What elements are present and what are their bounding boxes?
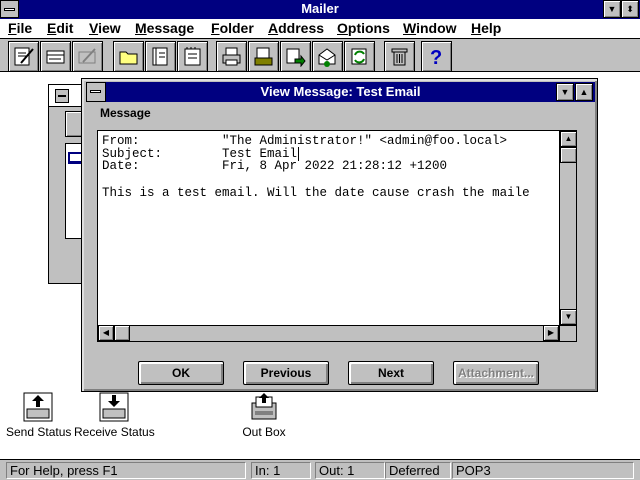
reply-icon [46,50,65,64]
menu-address[interactable]: Address [268,20,324,36]
address-book-button[interactable] [145,41,176,72]
view-message-minimize-button[interactable]: ▼ [556,83,574,101]
folder-button[interactable] [113,41,144,72]
save-button[interactable] [248,41,279,72]
from-value: "The Administrator!" <admin@foo.local> [222,134,508,148]
reply-button[interactable] [40,41,71,72]
folder-icon [119,51,138,65]
menu-message[interactable]: Message [135,20,194,36]
date-label: Date: [102,159,140,173]
send-status-icon [23,392,53,422]
print-icon [222,47,241,66]
forward-icon [286,48,306,67]
background-window-system-button[interactable] [55,89,69,103]
view-message-title: View Message: Test Email [260,84,421,99]
menu-edit[interactable]: Edit [47,20,73,36]
menu-folder[interactable]: Folder [211,20,254,36]
print-button[interactable] [216,41,247,72]
receive-status-icon [99,392,129,422]
scroll-right-button[interactable]: ▶ [543,325,559,341]
receive-status-icon-group[interactable]: Receive Status [74,391,155,441]
out-box-label: Out Box [242,425,286,439]
minimize-button[interactable]: ▼ [603,0,621,18]
scroll-corner [559,325,576,341]
app-title: Mailer [301,1,339,16]
view-message-window[interactable]: View Message: Test Email ▼ ▲ Message Fro… [81,78,598,392]
status-help-text: For Help, press F1 [6,462,246,479]
next-button[interactable]: Next [348,361,434,385]
disabled-reply-button[interactable] [72,41,103,72]
status-out-count: Out: 1 [315,462,385,479]
message-body: This is a test email. Will the date caus… [102,186,530,200]
status-in-count: In: 1 [251,462,311,479]
attachment-button[interactable]: Attachment... [453,361,539,385]
scroll-down-button[interactable]: ▼ [560,309,577,325]
refresh-button[interactable] [344,41,375,72]
receive-status-label: Receive Status [74,425,155,439]
view-message-maximize-button[interactable]: ▲ [575,83,593,101]
trash-button[interactable] [384,41,415,72]
svg-text:?: ? [430,47,442,67]
status-mode: Deferred [385,462,451,479]
scroll-up-button[interactable]: ▲ [560,131,577,147]
out-box-icon [251,393,277,420]
previous-button[interactable]: Previous [243,361,329,385]
from-label: From: [102,134,140,148]
open-envelope-icon [318,48,336,67]
send-status-label: Send Status [6,425,72,439]
compose-icon [14,47,34,66]
restore-button[interactable]: ⬍ [621,0,639,18]
save-icon [254,47,273,66]
help-button[interactable]: ? [421,41,452,72]
address-book-icon [152,47,168,66]
menu-view[interactable]: View [89,20,121,36]
message-section-label: Message [100,106,151,120]
horizontal-scrollbar[interactable]: ◀ ▶ [98,325,559,341]
refresh-icon [351,48,367,65]
send-status-icon-group[interactable]: Send Status [6,391,72,441]
notepad-icon [184,47,201,66]
toolbar: ? [0,39,640,72]
menu-bar: File Edit View Message Folder Address Op… [0,19,640,39]
help-icon: ? [430,47,442,67]
disabled-reply-icon [78,48,96,64]
menu-file[interactable]: File [8,20,32,36]
view-message-title-bar[interactable]: View Message: Test Email ▼ ▲ [86,82,595,102]
vertical-scrollbar[interactable]: ▲ ▼ [559,131,577,325]
app-title-bar[interactable]: Mailer ▼ ⬍ [0,0,640,19]
trash-icon [391,48,408,66]
forward-button[interactable] [280,41,311,72]
vertical-scroll-thumb[interactable] [560,147,577,163]
open-envelope-button[interactable] [312,41,343,72]
compose-button[interactable] [8,41,39,72]
scroll-left-button[interactable]: ◀ [98,325,114,341]
out-box-icon-group[interactable]: Out Box [236,391,292,441]
status-bar: For Help, press F1 In: 1 Out: 1 Deferred… [0,459,640,480]
notepad-button[interactable] [177,41,208,72]
status-protocol: POP3 [452,462,634,479]
menu-options[interactable]: Options [337,20,390,36]
date-value: Fri, 8 Apr 2022 21:28:12 +1200 [222,159,448,173]
ok-button[interactable]: OK [138,361,224,385]
menu-help[interactable]: Help [471,20,501,36]
horizontal-scroll-thumb[interactable] [114,325,130,341]
message-text-area[interactable]: From: "The Administrator!" <admin@foo.lo… [97,130,577,342]
menu-window[interactable]: Window [403,20,457,36]
